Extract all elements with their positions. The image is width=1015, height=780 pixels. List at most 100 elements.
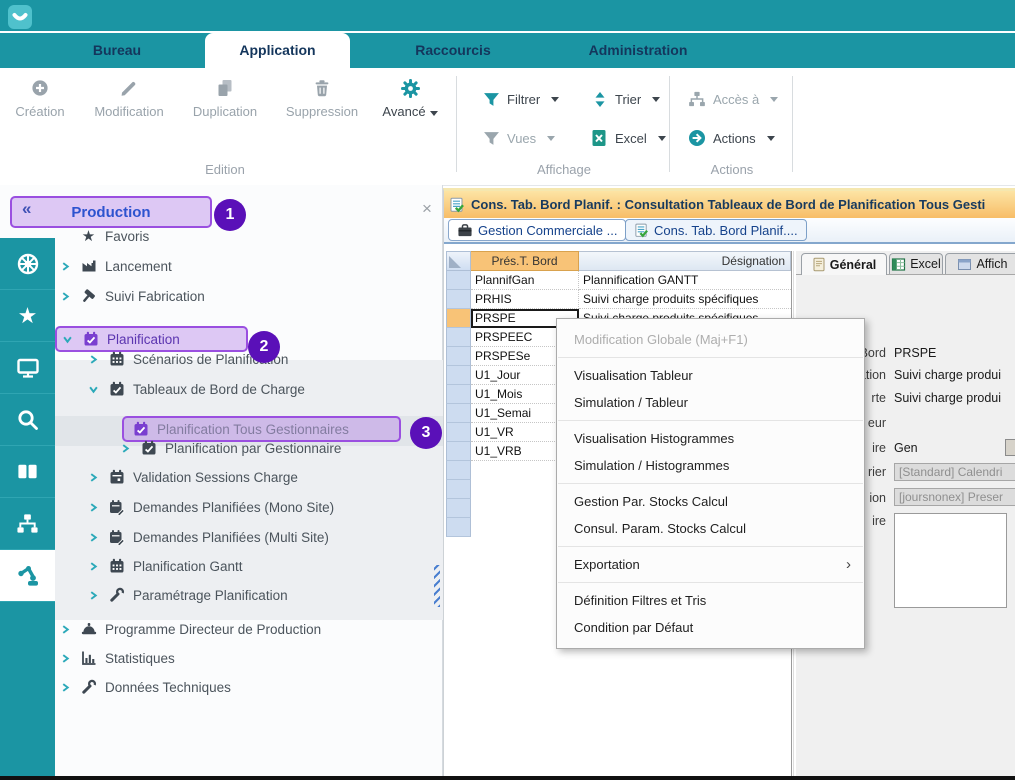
row-selector[interactable] <box>446 499 471 518</box>
chevron-down-icon[interactable] <box>89 384 100 395</box>
chevron-right-icon[interactable] <box>61 624 72 635</box>
pencil-icon <box>84 78 174 104</box>
sidebar-wheel-button[interactable] <box>0 238 55 290</box>
ribbon-separator <box>792 76 793 172</box>
tree-item-tableaux-bord-charge[interactable]: Tableaux de Bord de Charge <box>55 375 443 403</box>
menu-item-gestion-par-stocks[interactable]: Gestion Par. Stocks Calcul <box>557 488 864 515</box>
row-selector[interactable] <box>446 347 471 366</box>
menu-item-exportation[interactable]: Exportation › <box>557 551 864 578</box>
chevron-right-icon[interactable] <box>89 354 100 365</box>
sidebar-desktop-button[interactable] <box>0 342 55 394</box>
suppression-button[interactable]: Suppression <box>276 78 368 119</box>
menu-item-condition-par-defaut[interactable]: Condition par Défaut <box>557 614 864 641</box>
tree-item-favoris[interactable]: ★ Favoris <box>55 222 443 250</box>
excel-button[interactable]: Excel <box>590 125 666 151</box>
row-selector[interactable] <box>446 366 471 385</box>
column-header-designation[interactable]: Désignation <box>579 251 791 271</box>
row-selector[interactable] <box>446 309 471 328</box>
panel-tab-excel[interactable]: Excel <box>889 253 943 274</box>
vues-button[interactable]: Vues <box>483 125 555 151</box>
actions-button[interactable]: Actions <box>688 125 775 151</box>
tree-item-statistiques[interactable]: Statistiques <box>55 644 443 672</box>
note-icon <box>812 257 826 272</box>
menu-item-visualisation-histogrammes[interactable]: Visualisation Histogrammes <box>557 425 864 452</box>
avance-button[interactable]: Avancé <box>370 78 450 119</box>
briefcase-icon <box>457 223 473 238</box>
tree-item-suivi-fabrication[interactable]: Suivi Fabrication <box>55 282 443 310</box>
table-row[interactable]: PRHIS Suivi charge produits spécifiques <box>446 290 791 309</box>
group-label-edition: Edition <box>125 162 325 177</box>
tree-item-demandes-planifiees-multi[interactable]: Demandes Planifiées (Multi Site) <box>55 523 443 551</box>
menu-item-simulation-tableur[interactable]: Simulation / Tableur <box>557 389 864 416</box>
panel-tab-affichage[interactable]: Affich <box>945 253 1015 274</box>
chevron-right-icon[interactable] <box>89 590 100 601</box>
tree-item-donnees-techniques[interactable]: Données Techniques <box>55 673 443 701</box>
row-selector[interactable] <box>446 480 471 499</box>
acces-a-button[interactable]: Accès à <box>688 86 778 112</box>
calendar-grid-icon <box>108 351 125 368</box>
duplication-button[interactable]: Duplication <box>181 78 269 119</box>
menu-item-consul-param-stocks[interactable]: Consul. Param. Stocks Calcul <box>557 515 864 542</box>
tree-item-demandes-planifiees-mono[interactable]: Demandes Planifiées (Mono Site) <box>55 493 443 521</box>
tree-item-programme-directeur[interactable]: Programme Directeur de Production <box>55 615 443 643</box>
chevron-right-icon[interactable] <box>89 472 100 483</box>
chevron-right-icon[interactable] <box>61 291 72 302</box>
tree-item-planification-par-gestionnaire[interactable]: Planification par Gestionnaire <box>55 434 443 462</box>
chevron-right-icon[interactable] <box>89 561 100 572</box>
sidebar-favorites-button[interactable]: ★ <box>0 290 55 342</box>
chevron-right-icon[interactable] <box>89 502 100 513</box>
row-selector[interactable] <box>446 385 471 404</box>
bar-chart-icon <box>80 650 97 667</box>
sidebar-search-button[interactable] <box>0 394 55 446</box>
ribbon-tab-administration[interactable]: Administration <box>563 33 713 68</box>
dropdown-caret-icon <box>652 97 660 102</box>
chevron-right-icon[interactable] <box>121 443 132 454</box>
menu-item-definition-filtres-tris[interactable]: Définition Filtres et Tris <box>557 587 864 614</box>
sidebar-split-view-button[interactable] <box>0 446 55 498</box>
ribbon-tab-bureau[interactable]: Bureau <box>60 33 174 68</box>
creation-button[interactable]: Création <box>8 78 72 119</box>
calendrier-input[interactable]: [Standard] Calendri <box>894 463 1015 481</box>
panel-tab-general[interactable]: Général <box>801 253 887 275</box>
row-selector[interactable] <box>446 442 471 461</box>
table-row[interactable]: PlannifGan Plannification GANTT <box>446 271 791 290</box>
row-selector[interactable] <box>446 271 471 290</box>
lookup-button[interactable] <box>1005 439 1015 456</box>
chevron-right-icon[interactable] <box>89 532 100 543</box>
exception-input[interactable]: [joursnonex] Preser <box>894 488 1015 506</box>
tree-item-validation-sessions-charge[interactable]: Validation Sessions Charge <box>55 463 443 491</box>
sidebar-production-button[interactable] <box>0 550 55 602</box>
wrench-icon <box>80 679 97 696</box>
ribbon-tab-application[interactable]: Application <box>205 33 350 68</box>
collapse-icon[interactable]: « <box>22 199 31 219</box>
chevron-right-icon[interactable] <box>61 653 72 664</box>
document-tab-bar: Gestion Commerciale ... Cons. Tab. Bord … <box>444 218 1015 243</box>
filtrer-button[interactable]: Filtrer <box>483 86 559 112</box>
chevron-down-icon[interactable] <box>63 334 74 345</box>
tab-cons-tab-bord-planif[interactable]: Cons. Tab. Bord Planif.... <box>625 219 807 241</box>
row-selector[interactable] <box>446 518 471 537</box>
group-label-affichage: Affichage <box>460 162 668 177</box>
select-all-corner[interactable] <box>446 251 471 271</box>
sidebar-hierarchy-button[interactable] <box>0 498 55 550</box>
modification-button[interactable]: Modification <box>84 78 174 119</box>
row-selector[interactable] <box>446 328 471 347</box>
row-selector[interactable] <box>446 423 471 442</box>
row-selector[interactable] <box>446 461 471 480</box>
row-selector[interactable] <box>446 404 471 423</box>
chevron-right-icon[interactable] <box>61 261 72 272</box>
tree-item-parametrage-planification[interactable]: Paramétrage Planification <box>55 581 443 609</box>
menu-item-modification-globale: Modification Globale (Maj+F1) <box>557 326 864 353</box>
commentaire-textarea[interactable] <box>894 513 1007 608</box>
chevron-right-icon[interactable] <box>61 682 72 693</box>
ribbon-tab-raccourcis[interactable]: Raccourcis <box>395 33 511 68</box>
tree-item-lancement[interactable]: Lancement <box>55 252 443 280</box>
column-header-pres-t-bord[interactable]: Prés.T. Bord <box>471 251 579 271</box>
trier-button[interactable]: Trier <box>592 86 660 112</box>
menu-item-simulation-histogrammes[interactable]: Simulation / Histogrammes <box>557 452 864 479</box>
menu-item-visualisation-tableur[interactable]: Visualisation Tableur <box>557 362 864 389</box>
panel-splitter-handle[interactable] <box>434 565 440 607</box>
row-selector[interactable] <box>446 290 471 309</box>
tree-item-planification-gantt[interactable]: Planification Gantt <box>55 552 443 580</box>
tab-gestion-commerciale[interactable]: Gestion Commerciale ... <box>448 219 626 241</box>
